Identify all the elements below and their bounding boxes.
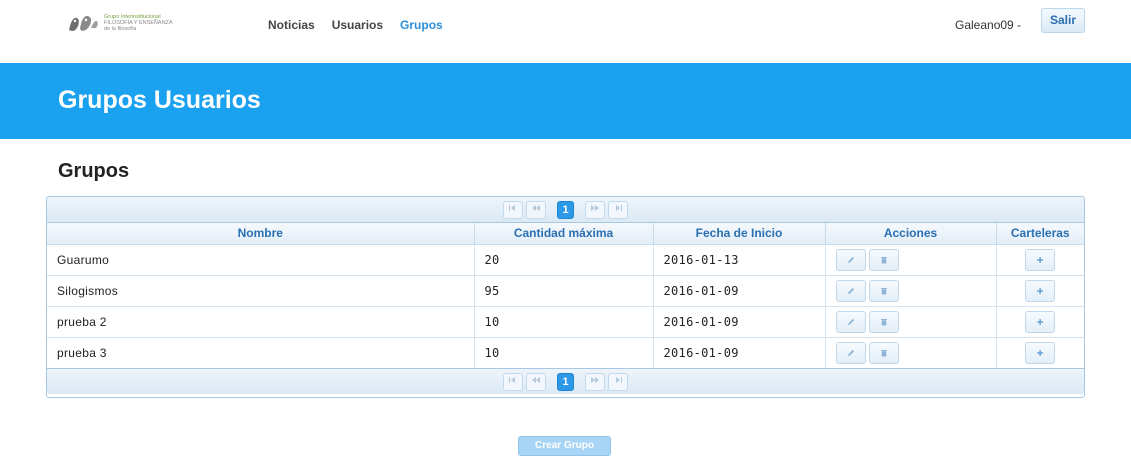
pencil-icon	[847, 256, 854, 263]
add-cartelera-button[interactable]	[1025, 279, 1056, 302]
table-header-row: Nombre Cantidad máxima Fecha de Inicio A…	[47, 223, 1084, 245]
plus-icon	[1037, 287, 1044, 294]
edit-button[interactable]	[835, 341, 866, 364]
delete-button[interactable]	[868, 310, 899, 333]
first-page-button[interactable]	[503, 200, 523, 219]
section-title: Grupos	[58, 160, 130, 182]
next-page-icon	[591, 376, 599, 383]
cell-carteleras	[996, 275, 1084, 307]
first-page-icon	[509, 376, 515, 383]
last-page-button[interactable]	[608, 200, 628, 219]
next-page-button[interactable]	[585, 200, 605, 219]
current-user: Galeano09 -	[955, 18, 1022, 32]
next-page-button[interactable]	[585, 372, 605, 391]
cell-nombre: Guarumo	[47, 244, 475, 276]
page-banner: Grupos Usuarios	[0, 63, 1131, 139]
cell-fecha: 2016-01-09	[653, 275, 826, 307]
logo-line-3: de la filosofía	[104, 26, 137, 32]
cell-acciones	[825, 306, 997, 338]
cell-fecha: 2016-01-13	[653, 244, 826, 276]
pencil-icon	[847, 349, 854, 356]
column-header-fecha[interactable]: Fecha de Inicio	[653, 223, 826, 245]
add-cartelera-button[interactable]	[1025, 248, 1056, 271]
first-page-button[interactable]	[503, 372, 523, 391]
nav-link-noticias[interactable]: Noticias	[268, 18, 315, 32]
delete-button[interactable]	[868, 341, 899, 364]
paginator-top: 1	[47, 197, 1084, 223]
page-button-current[interactable]: 1	[557, 200, 574, 219]
plus-icon	[1037, 318, 1044, 325]
nav-link-grupos[interactable]: Grupos	[400, 18, 443, 32]
edit-button[interactable]	[835, 248, 866, 271]
table-row: prueba 2 10 2016-01-09	[47, 306, 1084, 338]
cell-nombre: Silogismos	[47, 275, 475, 307]
column-header-cantidad[interactable]: Cantidad máxima	[474, 223, 654, 245]
last-page-icon	[616, 204, 622, 211]
cell-carteleras	[996, 337, 1084, 368]
cell-carteleras	[996, 306, 1084, 338]
paginator-bottom: 1	[47, 368, 1084, 394]
last-page-icon	[616, 376, 622, 383]
trash-icon	[880, 318, 887, 325]
prev-page-icon	[532, 376, 540, 383]
pencil-icon	[847, 318, 854, 325]
column-header-acciones: Acciones	[825, 223, 997, 245]
cell-nombre: prueba 3	[47, 337, 475, 368]
cell-cantidad: 95	[474, 275, 654, 307]
cell-fecha: 2016-01-09	[653, 337, 826, 368]
trash-icon	[880, 256, 887, 263]
cell-acciones	[825, 244, 997, 276]
plus-icon	[1037, 349, 1044, 356]
table-row: Silogismos 95 2016-01-09	[47, 275, 1084, 307]
page-title: Grupos Usuarios	[58, 86, 261, 114]
prev-page-button[interactable]	[526, 372, 546, 391]
delete-button[interactable]	[868, 248, 899, 271]
first-page-icon	[509, 204, 515, 211]
table-row: Guarumo 20 2016-01-13	[47, 244, 1084, 276]
table-row: prueba 3 10 2016-01-09	[47, 337, 1084, 368]
cell-cantidad: 10	[474, 337, 654, 368]
prev-page-button[interactable]	[526, 200, 546, 219]
cell-cantidad: 10	[474, 306, 654, 338]
groups-table: Nombre Cantidad máxima Fecha de Inicio A…	[47, 223, 1084, 368]
cell-carteleras	[996, 244, 1084, 276]
trash-icon	[880, 287, 887, 294]
logo[interactable]: Grupo Interinstitucional FILOSOFÍA Y ENS…	[66, 12, 216, 34]
prev-page-icon	[532, 204, 540, 211]
top-navbar: Grupo Interinstitucional FILOSOFÍA Y ENS…	[0, 0, 1131, 44]
cell-fecha: 2016-01-09	[653, 306, 826, 338]
page-button-current[interactable]: 1	[557, 372, 574, 391]
trash-icon	[880, 349, 887, 357]
add-cartelera-button[interactable]	[1025, 310, 1056, 333]
cell-acciones	[825, 337, 997, 368]
add-cartelera-button[interactable]	[1025, 341, 1056, 364]
cell-nombre: prueba 2	[47, 306, 475, 338]
next-page-icon	[591, 204, 599, 211]
last-page-button[interactable]	[608, 372, 628, 391]
nav-link-usuarios[interactable]: Usuarios	[332, 18, 383, 32]
plus-icon	[1037, 256, 1044, 263]
column-header-nombre[interactable]: Nombre	[47, 223, 475, 245]
edit-button[interactable]	[835, 279, 866, 302]
logo-text: Grupo Interinstitucional FILOSOFÍA Y ENS…	[104, 14, 173, 32]
logout-button[interactable]: Salir	[1041, 8, 1085, 33]
create-group-button[interactable]: Crear Grupo	[518, 436, 611, 456]
edit-button[interactable]	[835, 310, 866, 333]
cell-acciones	[825, 275, 997, 307]
logo-icon	[69, 15, 98, 31]
nav-links: Noticias Usuarios Grupos	[268, 18, 443, 32]
column-header-carteleras: Carteleras	[996, 223, 1084, 245]
groups-datatable: 1 Nombre Cantidad máxima Fecha de Inicio…	[46, 196, 1085, 398]
delete-button[interactable]	[868, 279, 899, 302]
cell-cantidad: 20	[474, 244, 654, 276]
pencil-icon	[847, 287, 854, 294]
